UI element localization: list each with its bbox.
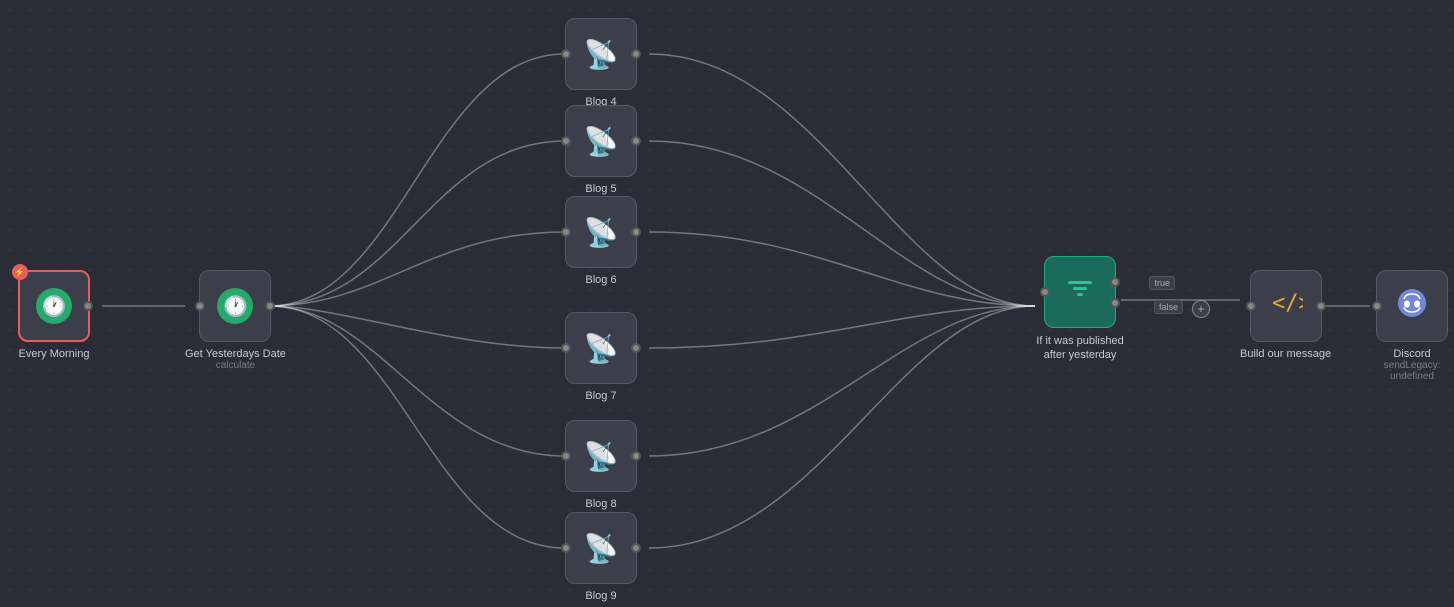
rss-icon: 📡 xyxy=(584,216,619,249)
rss-icon: 📡 xyxy=(584,440,619,473)
output-port[interactable] xyxy=(631,343,641,353)
filter-icon xyxy=(1064,273,1096,312)
add-branch-button[interactable]: + xyxy=(1192,300,1210,318)
output-port[interactable] xyxy=(631,543,641,553)
rss-icon: 📡 xyxy=(584,38,619,71)
input-port[interactable] xyxy=(561,543,571,553)
rss-icon: 📡 xyxy=(584,125,619,158)
input-port[interactable] xyxy=(1040,287,1050,297)
node-box-blog6: 📡 xyxy=(565,196,637,268)
node-label: Blog 9 xyxy=(585,590,616,602)
node-blog4[interactable]: 📡 Blog 4 xyxy=(565,18,637,108)
rss-icon: 📡 xyxy=(584,532,619,565)
code-icon: </> xyxy=(1269,286,1303,327)
output-port-false[interactable] xyxy=(1110,298,1120,308)
node-box-discord xyxy=(1376,270,1448,342)
node-sublabel: calculate xyxy=(216,360,255,371)
node-every-morning[interactable]: ⚡ 🕐 Every Morning xyxy=(18,270,90,360)
node-label: Get Yesterdays Date xyxy=(185,348,286,360)
node-discord[interactable]: Discord sendLegacy: undefined xyxy=(1370,270,1454,382)
node-get-yesterdays-date[interactable]: 🕐 Get Yesterdays Date calculate xyxy=(185,270,286,371)
output-port[interactable] xyxy=(631,451,641,461)
output-port[interactable] xyxy=(83,301,93,311)
node-box-if-published xyxy=(1044,256,1116,328)
node-box-blog7: 📡 xyxy=(565,312,637,384)
node-label: Discord xyxy=(1393,348,1430,360)
output-port[interactable] xyxy=(265,301,275,311)
true-branch-label: true xyxy=(1149,276,1175,290)
input-port[interactable] xyxy=(1372,301,1382,311)
output-port[interactable] xyxy=(631,49,641,59)
node-blog6[interactable]: 📡 Blog 6 xyxy=(565,196,637,286)
node-sublabel: sendLegacy: undefined xyxy=(1370,360,1454,382)
input-port[interactable] xyxy=(561,227,571,237)
clock-blue-icon: 🕐 xyxy=(217,288,253,324)
input-port[interactable] xyxy=(561,343,571,353)
trigger-badge: ⚡ xyxy=(12,264,28,280)
node-box-every-morning: ⚡ 🕐 xyxy=(18,270,90,342)
node-blog8[interactable]: 📡 Blog 8 xyxy=(565,420,637,510)
clock-icon: 🕐 xyxy=(36,288,72,324)
node-blog7[interactable]: 📡 Blog 7 xyxy=(565,312,637,402)
svg-text:</>: </> xyxy=(1272,291,1303,316)
node-label: Blog 6 xyxy=(585,274,616,286)
node-label: Blog 5 xyxy=(585,183,616,195)
node-label: Build our message xyxy=(1240,348,1331,360)
node-box-blog9: 📡 xyxy=(565,512,637,584)
node-box-blog5: 📡 xyxy=(565,105,637,177)
node-label: Every Morning xyxy=(19,348,90,360)
input-port[interactable] xyxy=(561,136,571,146)
node-label: Blog 8 xyxy=(585,498,616,510)
input-port[interactable] xyxy=(1246,301,1256,311)
rss-icon: 📡 xyxy=(584,332,619,365)
input-port[interactable] xyxy=(195,301,205,311)
node-blog5[interactable]: 📡 Blog 5 xyxy=(565,105,637,195)
node-label: Blog 7 xyxy=(585,390,616,402)
false-branch-label: false xyxy=(1154,300,1183,314)
discord-icon xyxy=(1394,285,1430,328)
node-box-build-message: </> xyxy=(1250,270,1322,342)
output-port[interactable] xyxy=(631,136,641,146)
node-label: If it was published after yesterday xyxy=(1035,334,1125,363)
input-port[interactable] xyxy=(561,49,571,59)
input-port[interactable] xyxy=(561,451,571,461)
node-blog9[interactable]: 📡 Blog 9 xyxy=(565,512,637,602)
node-if-published[interactable]: If it was published after yesterday true… xyxy=(1035,256,1125,363)
node-box-blog4: 📡 xyxy=(565,18,637,90)
output-port-true[interactable] xyxy=(1110,277,1120,287)
node-build-message[interactable]: </> Build our message xyxy=(1240,270,1331,360)
output-port[interactable] xyxy=(631,227,641,237)
output-port[interactable] xyxy=(1316,301,1326,311)
node-box-get-yesterdays-date: 🕐 xyxy=(199,270,271,342)
node-box-blog8: 📡 xyxy=(565,420,637,492)
